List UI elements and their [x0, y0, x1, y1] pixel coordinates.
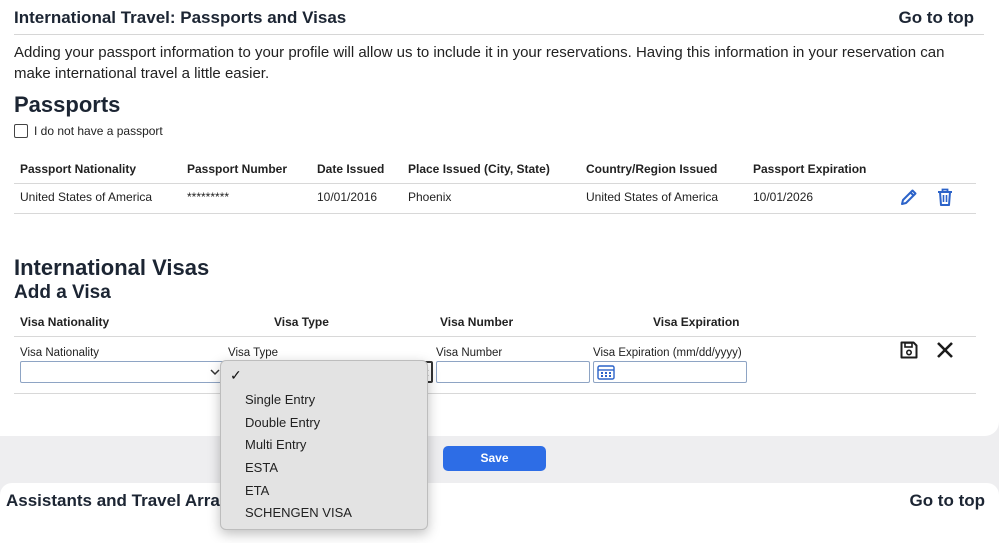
visa-type-dropdown: ✓ Single Entry Double Entry Multi Entry …: [220, 360, 428, 530]
calendar-icon[interactable]: [597, 364, 615, 380]
visa-row-divider: [14, 393, 976, 394]
save-visa-button[interactable]: [899, 340, 919, 365]
passport-expiration-value: 10/01/2026: [753, 190, 814, 204]
no-passport-label: I do not have a passport: [34, 124, 163, 138]
visa-type-option[interactable]: ETA: [245, 483, 269, 498]
section-header: International Travel: Passports and Visa…: [14, 6, 984, 35]
col-date-issued: Date Issued: [317, 162, 385, 176]
passport-nationality-value: United States of America: [20, 190, 153, 204]
visas-heading: International Visas: [14, 255, 210, 280]
table-header-divider: [14, 183, 976, 184]
edit-passport-button[interactable]: [899, 187, 919, 212]
date-issued-value: 10/01/2016: [317, 190, 378, 204]
col-passport-number: Passport Number: [187, 162, 288, 176]
chevron-down-icon: [210, 369, 220, 376]
country-issued-value: United States of America: [586, 190, 719, 204]
col-visa-type: Visa Type: [274, 315, 329, 329]
section-title: International Travel: Passports and Visa…: [14, 8, 347, 27]
visa-type-option[interactable]: Single Entry: [245, 392, 315, 407]
cancel-visa-button[interactable]: [935, 340, 955, 365]
passport-row-divider: [14, 213, 976, 214]
col-visa-expiration: Visa Expiration: [653, 315, 740, 329]
col-visa-nationality: Visa Nationality: [20, 315, 110, 329]
col-visa-number: Visa Number: [440, 315, 514, 329]
visa-type-option[interactable]: Double Entry: [245, 415, 320, 430]
intro-text: Adding your passport information to your…: [14, 44, 945, 82]
visa-type-option[interactable]: Multi Entry: [245, 437, 306, 452]
visa-type-option[interactable]: ESTA: [245, 460, 278, 475]
go-to-top-link[interactable]: Go to top: [898, 8, 974, 28]
visa-header-divider: [14, 336, 976, 337]
place-issued-value: Phoenix: [408, 190, 452, 204]
col-country-issued: Country/Region Issued: [586, 162, 718, 176]
trash-icon: [938, 188, 952, 206]
go-to-top-link-2[interactable]: Go to top: [909, 491, 985, 511]
checkmark-icon: ✓: [230, 367, 242, 383]
assistants-section-card: Assistants and Travel Arra Go to top: [0, 483, 999, 543]
visa-number-input[interactable]: [436, 361, 590, 383]
add-visa-heading: Add a Visa: [14, 282, 111, 303]
visa-expiration-label: Visa Expiration (mm/dd/yyyy): [593, 347, 742, 359]
assistants-section-title: Assistants and Travel Arra: [6, 491, 220, 510]
visa-nationality-label: Visa Nationality: [20, 347, 100, 359]
col-passport-nationality: Passport Nationality: [20, 162, 137, 176]
close-icon: [937, 342, 953, 358]
visa-number-label: Visa Number: [436, 347, 503, 359]
delete-passport-button[interactable]: [935, 187, 955, 212]
col-place-issued: Place Issued (City, State): [408, 162, 550, 176]
visa-nationality-select[interactable]: [20, 361, 225, 383]
visa-type-label: Visa Type: [228, 347, 279, 359]
no-passport-checkbox[interactable]: [14, 124, 28, 138]
passports-heading: Passports: [14, 92, 121, 117]
save-button[interactable]: Save: [443, 446, 546, 471]
visa-type-option[interactable]: SCHENGEN VISA: [245, 505, 352, 520]
col-passport-expiration: Passport Expiration: [753, 162, 867, 176]
passports-visas-card: International Travel: Passports and Visa…: [0, 0, 999, 436]
passport-number-value: *********: [187, 190, 230, 204]
floppy-disk-icon: [900, 341, 918, 359]
pencil-icon: [901, 189, 917, 205]
visa-expiration-input[interactable]: [593, 361, 747, 383]
